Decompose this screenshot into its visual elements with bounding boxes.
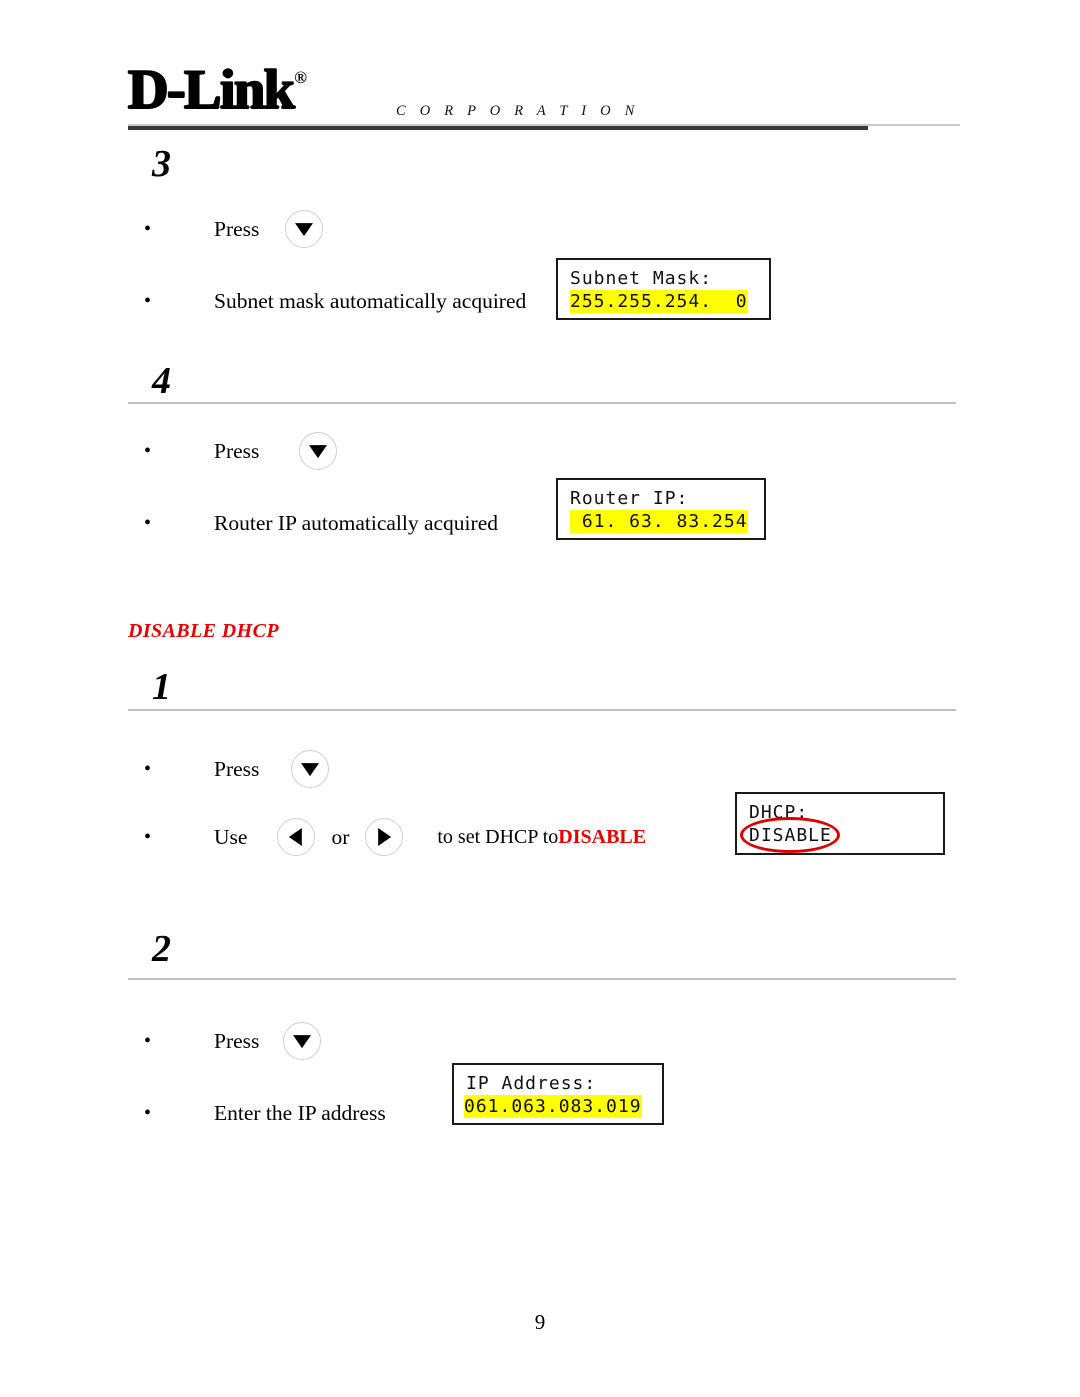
page-header: D-Link ® C O R P O R A T I O N xyxy=(127,59,960,132)
step-number-4: 4 xyxy=(152,360,171,402)
bullet-point-icon: • xyxy=(144,218,152,240)
bullet-label-router-ip-acquired: Router IP automatically acquired xyxy=(214,511,498,535)
lcd-display-dhcp: DHCP: DISABLE xyxy=(735,792,945,855)
bullet-label-press: Press xyxy=(214,1029,260,1053)
left-arrow-key-icon[interactable] xyxy=(277,818,316,856)
step-number-1: 1 xyxy=(152,666,171,708)
step-number-2: 2 xyxy=(152,928,171,970)
right-arrow-key-icon[interactable] xyxy=(365,818,404,856)
bullet-subnet-acquired: • Subnet mask automatically acquired xyxy=(144,288,526,314)
bullet-router-ip-acquired: • Router IP automatically acquired xyxy=(144,510,498,536)
bullet-label-enter-ip-address: Enter the IP address xyxy=(214,1101,386,1125)
down-arrow-key-icon[interactable] xyxy=(283,1022,322,1060)
bullet-label-press: Press xyxy=(214,757,260,781)
bullet-point-icon: • xyxy=(144,290,152,312)
page-number: 9 xyxy=(534,1310,546,1334)
lcd-value-ip-address: 061.063.083.019 xyxy=(464,1095,642,1118)
lcd-label-router-ip: Router IP: xyxy=(570,488,689,509)
lcd-label-subnet-mask: Subnet Mask: xyxy=(570,268,713,289)
header-rule-dark xyxy=(128,126,868,130)
bullet-point-icon: • xyxy=(144,1030,152,1052)
down-arrow-key-icon[interactable] xyxy=(299,432,338,470)
bullet-label-press: Press xyxy=(214,439,260,463)
bullet-label-or: or xyxy=(331,825,350,849)
lcd-value-router-ip: 61. 63. 83.254 xyxy=(570,510,748,533)
dlink-logo: D-Link ® xyxy=(127,59,307,121)
lcd-display-subnet-mask: Subnet Mask: 255.255.254. 0 xyxy=(556,258,771,320)
down-arrow-key-icon[interactable] xyxy=(291,750,330,788)
down-arrow-key-icon[interactable] xyxy=(285,210,324,248)
bullet-label-set-dhcp-to: to set DHCP to xyxy=(437,826,559,848)
bullet-use-arrows-set-dhcp: • Use or to set DHCP to DISABLE xyxy=(144,818,646,856)
lcd-value-subnet-mask: 255.255.254. 0 xyxy=(570,290,748,313)
lcd-display-router-ip: Router IP: 61. 63. 83.254 xyxy=(556,478,766,540)
lcd-value-dhcp: DISABLE xyxy=(749,825,832,846)
step-rule-4 xyxy=(128,402,956,404)
step-rule-2 xyxy=(128,978,956,980)
brand-name: D-Link xyxy=(127,59,295,121)
bullet-press-down-3: • Press xyxy=(144,210,324,248)
lcd-label-ip-address: IP Address: xyxy=(466,1073,597,1094)
bullet-point-icon: • xyxy=(144,1102,152,1124)
step-number-3: 3 xyxy=(152,143,171,185)
document-page: D-Link ® C O R P O R A T I O N 3 • Press … xyxy=(0,0,1080,1397)
section-heading-disable-dhcp: DISABLE DHCP xyxy=(128,620,279,642)
bullet-point-icon: • xyxy=(144,512,152,534)
bullet-label-disable-emphasis: DISABLE xyxy=(558,826,647,848)
registered-trademark-icon: ® xyxy=(294,68,307,87)
bullet-label-use: Use xyxy=(214,825,248,849)
bullet-point-icon: • xyxy=(144,440,152,462)
lcd-label-dhcp: DHCP: xyxy=(749,802,809,823)
bullet-press-down-4: • Press xyxy=(144,432,338,470)
bullet-point-icon: • xyxy=(144,758,152,780)
step-rule-1 xyxy=(128,709,956,711)
bullet-press-down-dhcp-1: • Press xyxy=(144,750,330,788)
brand-tagline: C O R P O R A T I O N xyxy=(396,103,640,119)
bullet-label-subnet-acquired: Subnet mask automatically acquired xyxy=(214,289,527,313)
bullet-point-icon: • xyxy=(144,826,152,848)
bullet-label-press: Press xyxy=(214,217,260,241)
lcd-display-ip-address: IP Address: 061.063.083.019 xyxy=(452,1063,664,1125)
bullet-press-down-dhcp-2: • Press xyxy=(144,1022,322,1060)
bullet-enter-ip-address: • Enter the IP address xyxy=(144,1100,386,1126)
